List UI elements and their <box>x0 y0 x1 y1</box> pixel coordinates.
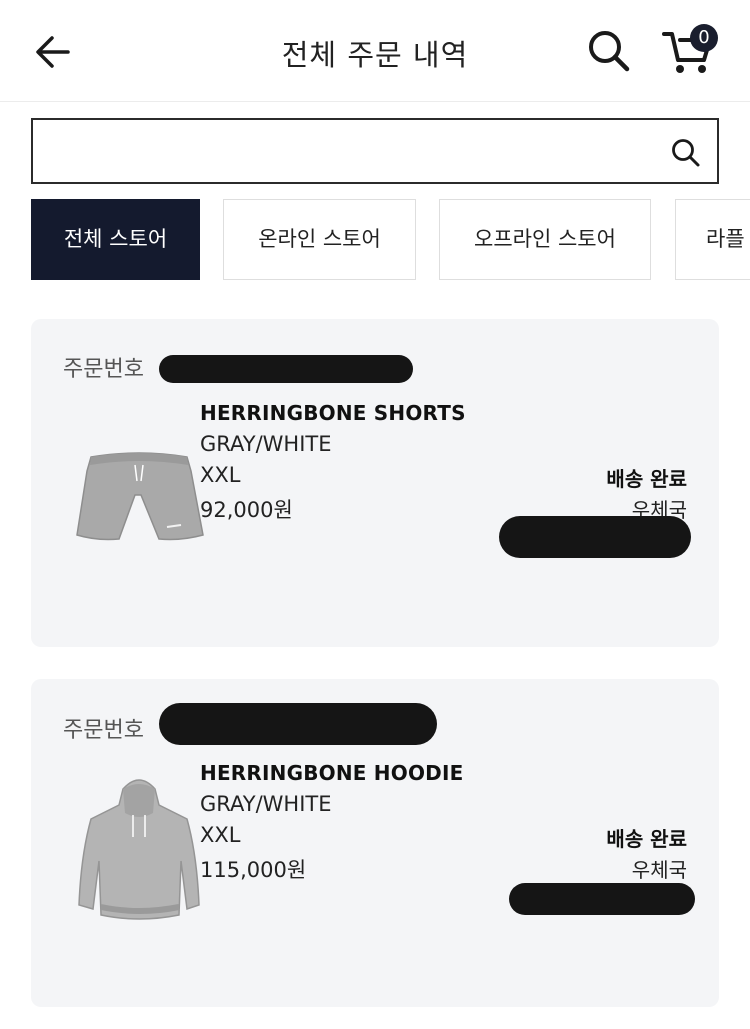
search-button[interactable] <box>584 26 632 74</box>
search-input[interactable] <box>43 128 663 174</box>
redacted-tracking-number <box>509 883 695 915</box>
redacted-tracking-number <box>499 516 691 558</box>
order-card[interactable]: 주문번호 HERRINGBONE SHORTS GRAY/WHITE XXL 9… <box>31 319 719 647</box>
product-size: XXL <box>200 463 241 487</box>
product-name: HERRINGBONE SHORTS <box>200 401 466 425</box>
header: 전체 주문 내역 0 <box>0 0 750 102</box>
delivery-carrier: 우체국 <box>631 858 687 882</box>
product-size: XXL <box>200 823 241 847</box>
tab-raffle[interactable]: 라플 <box>675 199 750 280</box>
order-card[interactable]: 주문번호 HERRINGBONE HOODIE GRAY/WHITE XXL 1… <box>31 679 719 1007</box>
delivery-status: 배송 완료 <box>606 467 687 491</box>
order-number-label: 주문번호 <box>63 718 144 743</box>
search-icon <box>672 139 700 167</box>
product-name: HERRINGBONE HOODIE <box>200 761 464 785</box>
product-color: GRAY/WHITE <box>200 432 332 456</box>
search-icon <box>589 31 630 72</box>
cart-count-badge: 0 <box>690 24 718 52</box>
shorts-image <box>76 452 204 541</box>
product-thumbnail[interactable] <box>63 759 215 941</box>
order-number-label: 주문번호 <box>63 357 144 382</box>
product-price: 92,000원 <box>200 498 293 522</box>
tab-offline-store[interactable]: 오프라인 스토어 <box>439 199 651 280</box>
redacted-order-number <box>159 355 413 383</box>
product-color: GRAY/WHITE <box>200 792 332 816</box>
order-history-page: 전체 주문 내역 0 전체 스토어 온라인 스토어 오프라인 스토어 라플 주문… <box>0 0 750 1029</box>
hoodie-image <box>78 779 200 920</box>
search-submit-button[interactable] <box>669 136 701 168</box>
page-title: 전체 주문 내역 <box>281 38 469 72</box>
redacted-order-number <box>159 703 437 745</box>
product-thumbnail[interactable] <box>63 409 215 591</box>
delivery-status: 배송 완료 <box>606 827 687 851</box>
tab-online-store[interactable]: 온라인 스토어 <box>223 199 416 280</box>
tab-all-store[interactable]: 전체 스토어 <box>31 199 200 280</box>
product-price: 115,000원 <box>200 858 307 882</box>
search-bar <box>31 118 719 184</box>
